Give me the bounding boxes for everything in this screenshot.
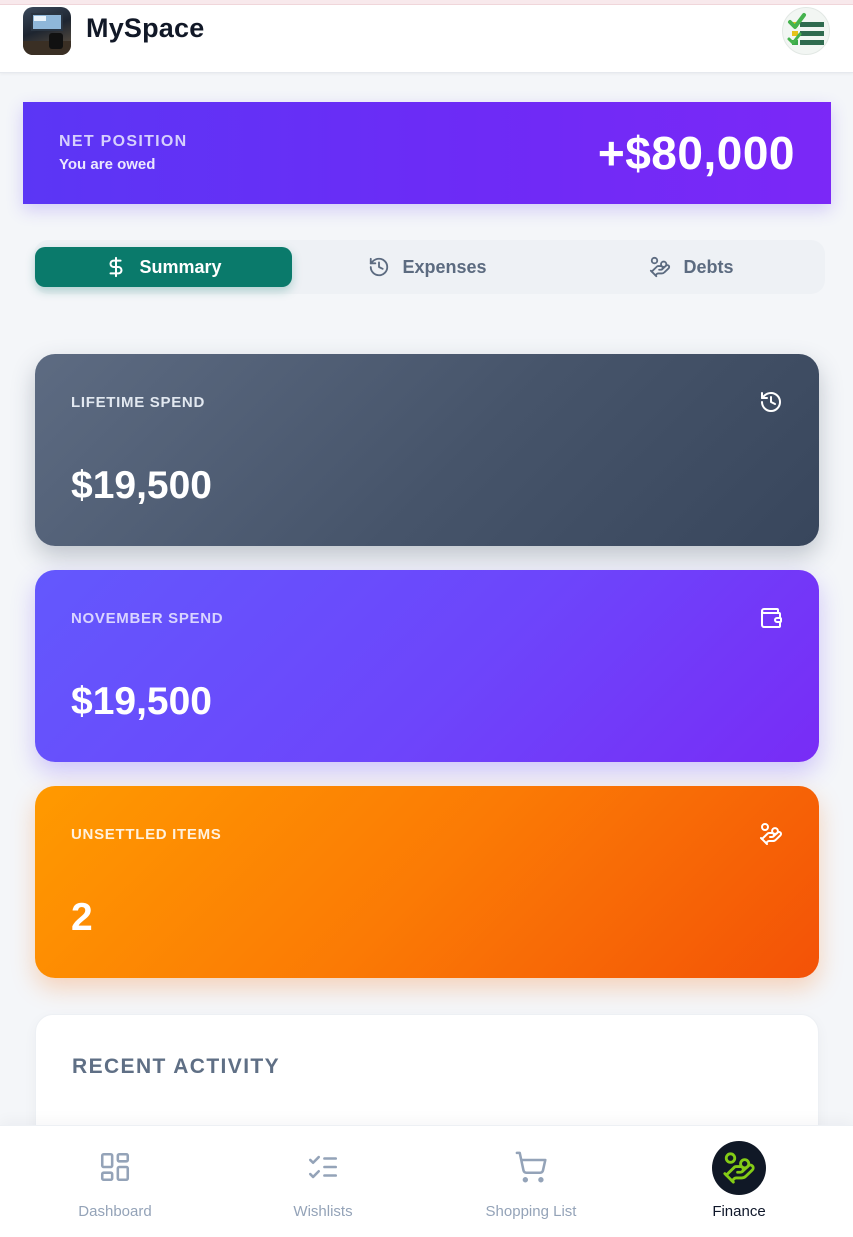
hand-coins-icon (723, 1152, 755, 1184)
hand-coins-icon (760, 823, 782, 845)
net-position-value: +$80,000 (597, 127, 795, 179)
app-header: MySpace (0, 5, 853, 73)
dollar-icon (109, 256, 123, 278)
wallet-icon (761, 608, 782, 628)
recent-activity-title: RECENT ACTIVITY (72, 1055, 281, 1078)
bottom-nav: Dashboard Wishlists Shopping List Financ… (0, 1125, 853, 1237)
nav-shopping-list-label: Shopping List (485, 1203, 577, 1220)
lifetime-spend-label: LIFETIME SPEND (71, 394, 205, 411)
workspace-logo-icon[interactable] (23, 7, 71, 55)
nav-finance[interactable]: Finance (635, 1126, 843, 1237)
tab-expenses-label: Expenses (402, 256, 487, 277)
unsettled-items-label: UNSETTLED ITEMS (71, 826, 222, 843)
dashboard-icon (100, 1152, 130, 1182)
tab-debts[interactable]: Debts (563, 247, 820, 287)
finance-tabs: Summary Expenses Debts (34, 240, 825, 294)
lifetime-spend-value: $19,500 (71, 464, 212, 507)
nav-shopping-list[interactable]: Shopping List (427, 1126, 635, 1237)
net-position-subtitle: You are owed (59, 156, 156, 173)
nav-dashboard[interactable]: Dashboard (11, 1126, 219, 1237)
november-spend-card[interactable]: NOVEMBER SPEND $19,500 (35, 570, 819, 762)
nav-wishlists-label: Wishlists (293, 1203, 353, 1220)
app-title: MySpace (86, 13, 205, 43)
nav-wishlists[interactable]: Wishlists (219, 1126, 427, 1237)
cart-icon (515, 1151, 547, 1183)
unsettled-items-value: 2 (71, 896, 93, 939)
november-spend-label: NOVEMBER SPEND (71, 610, 224, 627)
november-spend-value: $19,500 (71, 680, 212, 723)
unsettled-items-card[interactable]: UNSETTLED ITEMS 2 (35, 786, 819, 978)
checklist-avatar-icon[interactable] (782, 7, 830, 55)
nav-finance-bubble (712, 1141, 766, 1195)
tab-expenses[interactable]: Expenses (299, 247, 556, 287)
net-position-label: NET POSITION (59, 133, 188, 150)
checklist-icon (308, 1155, 338, 1179)
tab-summary-label: Summary (139, 256, 222, 277)
tab-debts-label: Debts (683, 256, 734, 277)
history-icon (370, 257, 389, 277)
history-icon (761, 392, 781, 412)
hand-coins-icon (650, 256, 671, 278)
nav-finance-label: Finance (712, 1203, 766, 1220)
tab-summary[interactable]: Summary (35, 247, 292, 287)
net-position-banner: NET POSITION You are owed +$80,000 (23, 102, 831, 204)
lifetime-spend-card[interactable]: LIFETIME SPEND $19,500 (35, 354, 819, 546)
nav-dashboard-label: Dashboard (78, 1203, 152, 1220)
